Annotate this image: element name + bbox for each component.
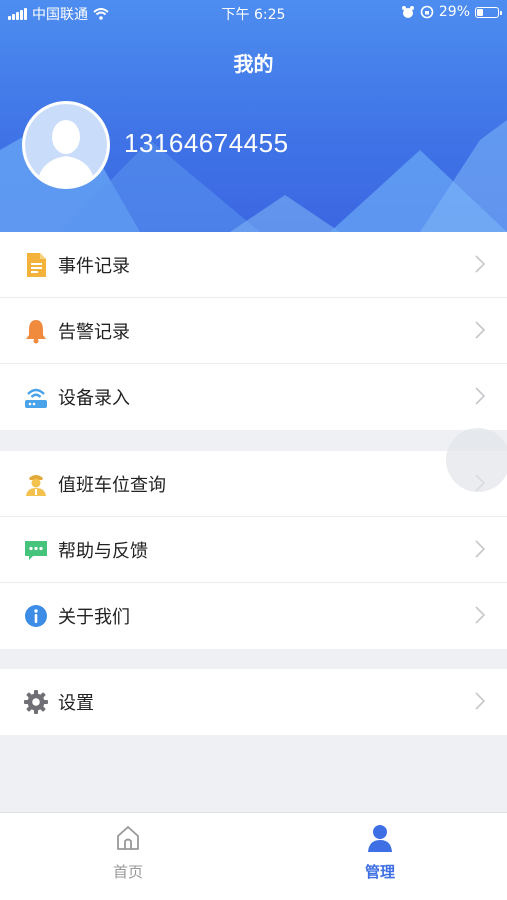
- menu-item-label: 设置: [58, 693, 94, 714]
- tab-label: 管理: [364, 863, 395, 881]
- home-icon: [117, 826, 139, 850]
- user-silhouette-icon: [25, 104, 107, 186]
- menu-group-records: 事件记录 告警记录 设备录入: [0, 232, 507, 430]
- menu-item-device-entry[interactable]: 设备录入: [0, 364, 507, 430]
- chevron-right-icon: [475, 606, 485, 624]
- battery-percent: 29%: [438, 4, 470, 20]
- menu-item-duty-parking-query[interactable]: 值班车位查询: [0, 451, 507, 517]
- status-bar: 中国联通 下午 6:25 29%: [0, 0, 507, 26]
- bell-icon: [22, 317, 50, 345]
- menu-item-alarm-records[interactable]: 告警记录: [0, 298, 507, 364]
- info-icon: [22, 602, 50, 630]
- chevron-right-icon: [475, 387, 485, 405]
- user-icon: [368, 825, 392, 852]
- menu-item-label: 告警记录: [58, 321, 130, 343]
- tab-manage[interactable]: 管理: [320, 823, 440, 882]
- menu-item-label: 帮助与反馈: [58, 540, 148, 562]
- chevron-right-icon: [475, 540, 485, 558]
- menu-item-help-feedback[interactable]: 帮助与反馈: [0, 517, 507, 583]
- router-icon: [22, 383, 50, 411]
- menu-item-label: 设备录入: [58, 388, 130, 409]
- chevron-right-icon: [475, 321, 485, 339]
- menu-item-about-us[interactable]: 关于我们: [0, 583, 507, 649]
- battery-icon: [475, 6, 502, 18]
- menu-group-service: 值班车位查询 帮助与反馈 关于我们: [0, 451, 507, 649]
- chat-icon: [22, 536, 50, 564]
- menu-item-label: 值班车位查询: [58, 474, 166, 496]
- gear-icon: [22, 688, 50, 716]
- tab-home[interactable]: 首页: [68, 823, 188, 882]
- chevron-right-icon: [475, 255, 485, 273]
- menu-item-label: 关于我们: [58, 607, 130, 628]
- tab-label: 首页: [112, 863, 143, 881]
- officer-icon: [22, 470, 50, 498]
- avatar[interactable]: [22, 101, 110, 189]
- profile-header: 中国联通 下午 6:25 29% 我的 13164674455: [0, 0, 507, 232]
- alarm-icon: [401, 6, 414, 18]
- menu-item-settings[interactable]: 设置: [0, 669, 507, 735]
- lock-rotation-icon: [420, 5, 434, 19]
- chevron-right-icon: [475, 692, 485, 710]
- floating-assistive-button[interactable]: [446, 428, 507, 492]
- document-icon: [22, 251, 50, 279]
- page-title: 我的: [233, 52, 274, 76]
- user-phone: 13164674455: [124, 128, 289, 158]
- menu-item-label: 事件记录: [58, 255, 130, 277]
- menu-item-event-records[interactable]: 事件记录: [0, 232, 507, 298]
- menu-group-settings: 设置: [0, 669, 507, 735]
- tab-bar: 首页 管理: [0, 812, 507, 900]
